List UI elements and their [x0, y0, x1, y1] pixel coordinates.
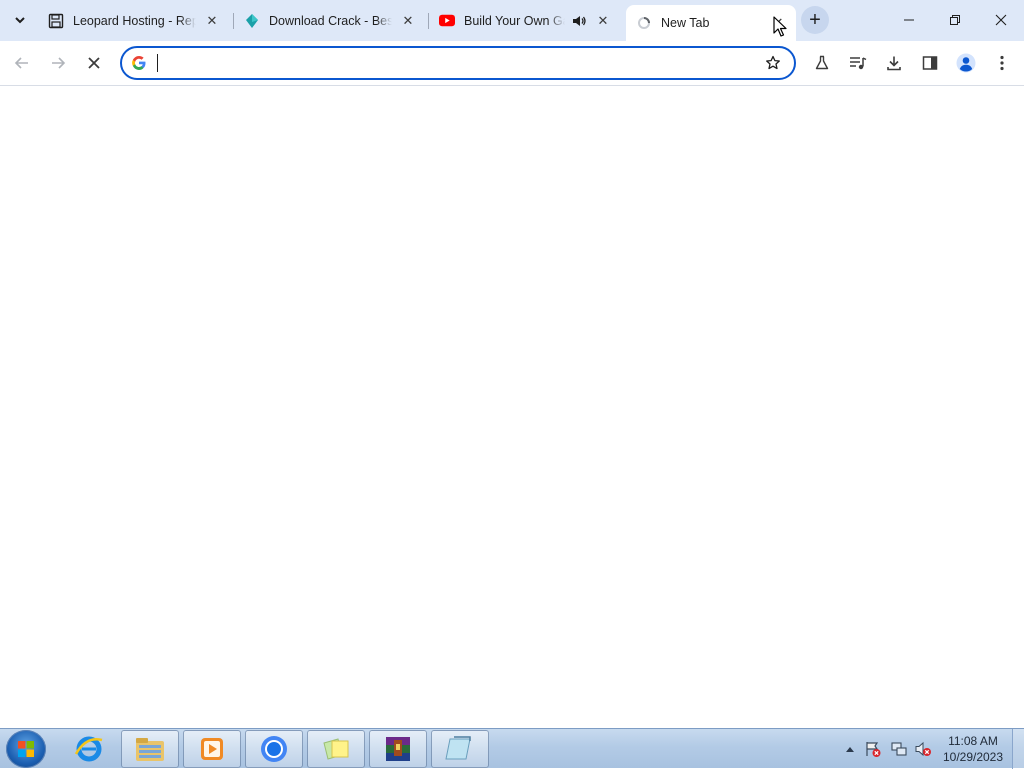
internet-explorer-icon [74, 736, 103, 762]
close-icon [995, 14, 1007, 26]
taskbar-notepad[interactable] [431, 730, 489, 768]
tab-close-button[interactable]: ✕ [595, 13, 611, 29]
browser-toolbar [0, 41, 1024, 86]
tab-strip: Leopard Hosting - Rep ✕ Download Crack -… [0, 0, 1024, 41]
forward-button[interactable] [43, 48, 73, 78]
omnibox[interactable] [120, 46, 796, 80]
kebab-menu-icon[interactable] [988, 49, 1016, 77]
profile-icon[interactable] [952, 49, 980, 77]
side-panel-icon[interactable] [916, 49, 944, 77]
teal-diamond-icon [244, 13, 260, 29]
tab-title: Leopard Hosting - Rep [73, 13, 196, 28]
media-player-icon [201, 738, 223, 760]
taskbar-winrar[interactable] [369, 730, 427, 768]
tab-download-crack[interactable]: Download Crack - Best ✕ [234, 5, 426, 36]
page-content [0, 87, 1024, 728]
tab-close-button[interactable]: ✕ [204, 13, 220, 29]
windows-logo-icon [18, 741, 34, 757]
taskbar-media-player[interactable] [183, 730, 241, 768]
show-desktop-button[interactable] [1012, 729, 1024, 769]
tab-title: Download Crack - Best [269, 13, 392, 28]
speaker-icon[interactable] [571, 13, 587, 29]
youtube-icon [439, 13, 455, 29]
chrome-window: Leopard Hosting - Rep ✕ Download Crack -… [0, 0, 1024, 728]
windows-taskbar: 11:08 AM 10/29/2023 [0, 728, 1024, 769]
stop-icon [88, 57, 100, 69]
chrome-icon [261, 736, 287, 762]
tab-title: Build Your Own Ga [464, 13, 565, 28]
chevron-up-icon [846, 747, 854, 752]
back-button[interactable] [7, 48, 37, 78]
tab-close-button[interactable]: ✕ [400, 13, 416, 29]
winrar-icon [386, 737, 410, 761]
text-caret [157, 54, 158, 72]
action-center-icon[interactable] [862, 729, 884, 769]
new-tab-button[interactable]: + [801, 6, 829, 34]
taskbar-file-explorer[interactable] [121, 730, 179, 768]
restore-button[interactable] [932, 0, 978, 40]
restore-icon [950, 15, 960, 25]
volume-muted-icon[interactable] [912, 729, 934, 769]
forward-arrow-icon [52, 57, 66, 69]
loading-spinner-icon [636, 15, 652, 31]
clock-date: 10/29/2023 [942, 750, 1004, 764]
network-icon[interactable] [888, 729, 910, 769]
minimize-icon [904, 19, 914, 21]
address-input[interactable] [156, 53, 746, 73]
sticky-notes-icon [323, 738, 349, 760]
stop-loading-button[interactable] [79, 48, 109, 78]
file-explorer-icon [136, 738, 164, 761]
show-hidden-icons-button[interactable] [842, 729, 858, 769]
notepad-icon [445, 736, 471, 760]
tab-leopard-hosting[interactable]: Leopard Hosting - Rep ✕ [38, 5, 230, 36]
taskbar-chrome[interactable] [245, 730, 303, 768]
tab-title: New Tab [661, 16, 762, 30]
media-controls-icon[interactable] [844, 49, 872, 77]
google-g-icon [131, 55, 147, 71]
system-clock[interactable]: 11:08 AM 10/29/2023 [936, 733, 1010, 765]
floppy-disk-icon [48, 13, 64, 29]
back-arrow-icon [14, 57, 28, 69]
taskbar-internet-explorer[interactable] [60, 730, 118, 768]
download-icon[interactable] [880, 49, 908, 77]
tab-build-your-own[interactable]: Build Your Own Ga ✕ [429, 5, 621, 36]
taskbar-sticky-notes[interactable] [307, 730, 365, 768]
minimize-button[interactable] [886, 0, 932, 40]
tab-search-button[interactable] [8, 8, 32, 32]
start-button[interactable] [6, 730, 46, 768]
chevron-down-icon [15, 17, 25, 24]
tab-new-tab[interactable]: New Tab ✕ [626, 5, 796, 41]
close-window-button[interactable] [978, 0, 1024, 40]
clock-time: 11:08 AM [948, 734, 998, 748]
mouse-cursor-icon [773, 16, 787, 37]
labs-flask-icon[interactable] [808, 49, 836, 77]
bookmark-star-icon[interactable] [762, 52, 784, 74]
